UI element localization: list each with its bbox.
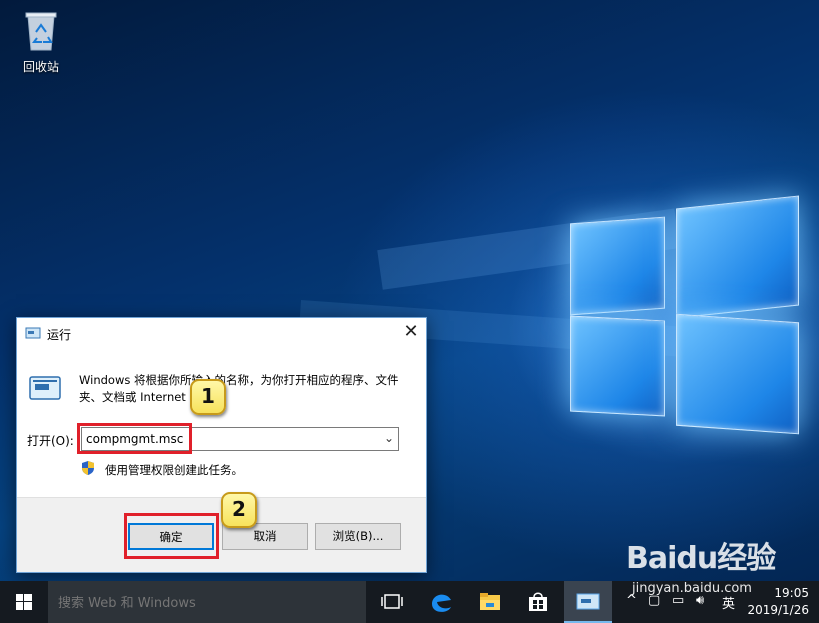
run-taskbar-button[interactable] <box>564 581 612 623</box>
dialog-description: Windows 将根据你所输入的名称，为你打开相应的程序、文件夹、文档或 Int… <box>79 373 399 404</box>
browse-button[interactable]: 浏览(B)... <box>315 523 401 550</box>
watermark-url: jingyan.baidu.com <box>632 581 752 596</box>
highlight-ok-button <box>124 513 219 559</box>
dialog-title: 运行 <box>47 328 72 342</box>
run-icon <box>576 593 600 610</box>
file-explorer-button[interactable] <box>466 581 514 623</box>
search-input[interactable] <box>58 594 348 612</box>
task-view-button[interactable] <box>368 581 416 623</box>
highlight-command-input <box>77 423 192 454</box>
step-marker-2: 2 <box>221 492 257 528</box>
open-label: 打开(O): <box>27 434 74 448</box>
file-explorer-icon <box>480 593 500 610</box>
windows-start-icon <box>16 594 32 610</box>
uac-shield-icon <box>82 461 94 475</box>
windows-logo-pane <box>570 315 665 417</box>
run-icon <box>25 327 41 339</box>
edge-icon <box>432 594 451 612</box>
recycle-bin-label: 回收站 <box>22 60 59 74</box>
taskbar-search[interactable] <box>48 581 366 623</box>
windows-logo-pane <box>676 313 799 435</box>
dialog-titlebar[interactable]: 运行 ✕ <box>17 318 426 348</box>
chevron-down-icon[interactable]: ⌄ <box>384 431 394 445</box>
windows-logo-pane <box>676 195 799 319</box>
store-button[interactable] <box>514 581 562 623</box>
store-icon <box>529 592 547 611</box>
task-view-icon <box>381 594 403 609</box>
recycle-bin-icon <box>24 10 58 52</box>
watermark-brand: Baidu经验 <box>626 541 776 576</box>
start-button[interactable] <box>0 581 48 623</box>
baidu-watermark: Baidu经验 jingyan.baidu.com <box>626 533 786 613</box>
edge-button[interactable] <box>418 581 466 623</box>
close-icon: ✕ <box>403 321 419 342</box>
recycle-bin[interactable]: 回收站 <box>12 6 70 75</box>
windows-logo-pane <box>570 216 665 316</box>
step-marker-1: 1 <box>190 379 226 415</box>
close-button[interactable]: ✕ <box>396 318 426 348</box>
admin-note: 使用管理权限创建此任务。 <box>105 463 243 477</box>
run-program-icon <box>29 376 61 400</box>
